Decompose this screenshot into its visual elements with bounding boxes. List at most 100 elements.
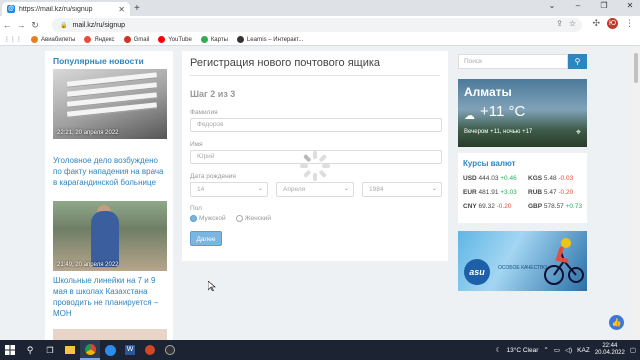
reload-icon[interactable]: ↻ [28, 20, 42, 31]
radio-icon[interactable] [235, 215, 243, 222]
city-name: Алматы [464, 85, 512, 99]
scroll-thumb[interactable] [634, 53, 638, 83]
thumbs-up-button[interactable]: 👍 [609, 315, 624, 330]
app-blue-icon[interactable] [100, 340, 120, 360]
right-sidebar: Поиск ⚲ Алматы ☁ +11 °C Вечером +11, ноч… [458, 51, 588, 340]
cloud-icon: ☁ [464, 110, 475, 122]
close-window-icon[interactable]: ✕ [624, 1, 636, 10]
rate-value: 5.47 [543, 189, 557, 196]
lock-icon[interactable]: 🔒 [60, 22, 67, 29]
bookmark-item[interactable]: Learnis – Интеракт... [236, 36, 303, 43]
news-image[interactable]: 21:49, 20 апреля 2022 [53, 201, 167, 271]
windows-start-icon[interactable] [0, 340, 20, 360]
url-text: mail.kz/ru/signup [72, 21, 126, 29]
gender-male-option[interactable]: Мужской [190, 215, 226, 222]
search-input[interactable]: Поиск [458, 54, 568, 69]
day-select[interactable]: 14 ⌄ [190, 182, 268, 197]
clock[interactable]: 22:44 20.04.2022 [595, 343, 625, 357]
rate-change: -0.20 [558, 189, 574, 196]
bookmark-item[interactable]: Gmail [123, 36, 149, 43]
window-controls: ⌄ – ❐ ✕ [546, 1, 636, 10]
next-button[interactable]: Далее [190, 231, 222, 246]
close-tab-icon[interactable]: ✕ [118, 5, 125, 14]
ad-slogan: ОСОБОЕ КАЧЕСТВО [498, 265, 548, 271]
clock-time: 22:44 [602, 343, 618, 349]
tray-weather[interactable]: 13°C Clear [507, 347, 539, 354]
radio-selected-icon[interactable] [190, 215, 197, 222]
back-icon[interactable]: ← [0, 20, 14, 30]
chevron-down-icon[interactable]: ⌄ [546, 1, 558, 10]
new-tab-icon[interactable]: + [134, 3, 140, 14]
rate-code: CNY [463, 203, 477, 210]
rate-item: KGS 5.48 -0.03 [528, 175, 573, 182]
network-icon[interactable]: ▭ [554, 346, 560, 354]
bookmark-favicon-icon [31, 36, 38, 43]
month-value: Апреля [283, 186, 306, 193]
gender-label: Пол [190, 205, 202, 212]
apps-icon[interactable]: ⋮⋮⋮ [4, 36, 22, 43]
search-icon: ⚲ [574, 57, 581, 66]
weather-widget[interactable]: Алматы ☁ +11 °C Вечером +11, ночью +17 ⌖ [458, 79, 587, 147]
rate-change: -0.03 [558, 175, 574, 182]
gender-female-label: Женский [244, 215, 272, 223]
search-taskbar-icon[interactable]: ⚲ [20, 340, 40, 360]
bookmark-item[interactable]: Карты [200, 36, 228, 43]
more-menu-icon[interactable]: ⋮ [625, 18, 634, 29]
surname-field[interactable]: Федоров [190, 118, 442, 132]
bookmark-item[interactable]: YouTube [158, 36, 192, 43]
rate-change: +0.73 [565, 203, 583, 210]
rate-change: +0.46 [500, 175, 517, 182]
gender-male-label: Мужской [199, 215, 226, 223]
powerpoint-icon[interactable] [140, 340, 160, 360]
word-icon[interactable]: W [120, 340, 140, 360]
news-image[interactable] [53, 329, 167, 340]
url-bar[interactable]: 🔒 mail.kz/ru/signup ⇪ ☆ [52, 18, 582, 32]
news-link[interactable]: Уголовное дело возбуждено по факту напад… [53, 155, 167, 188]
bookmark-item[interactable]: Яндекс [84, 36, 115, 43]
news-link[interactable]: Школьные линейки на 7 и 9 мая в школах К… [53, 275, 167, 319]
share-icon[interactable]: ⇪ [556, 19, 563, 28]
rate-item: RUB 5.47 -0.20 [528, 189, 573, 196]
rate-change: +3.03 [500, 189, 517, 196]
puzzle-icon[interactable]: ✣ [592, 18, 600, 29]
temperature: +11 °C [480, 103, 526, 120]
location-pin-icon[interactable]: ⌖ [576, 127, 581, 138]
forward-icon[interactable]: → [14, 20, 28, 30]
rate-code: GBP [528, 203, 543, 210]
surname-label: Фамилия [190, 109, 218, 116]
chrome-icon[interactable] [80, 340, 100, 360]
month-select[interactable]: Апреля ⌄ [276, 182, 354, 197]
page-scrollbar[interactable] [632, 47, 640, 340]
volume-icon[interactable]: ◁) [565, 346, 572, 354]
clock-date: 20.04.2022 [594, 350, 625, 356]
bookmark-item[interactable]: Авиабилеты [31, 36, 75, 43]
maximize-icon[interactable]: ❐ [598, 1, 610, 10]
avatar[interactable]: Ю [607, 18, 618, 29]
cyclist-illustration-icon [544, 238, 584, 285]
thumbs-up-icon: 👍 [611, 318, 622, 327]
search-button[interactable]: ⚲ [568, 54, 587, 69]
advertisement-banner[interactable]: asu ОСОБОЕ КАЧЕСТВО [458, 231, 587, 291]
file-explorer-icon[interactable] [60, 340, 80, 360]
rate-item: CNY 69.32 -0.20 [463, 203, 511, 210]
app-dark-icon[interactable] [160, 340, 180, 360]
language-indicator[interactable]: KAZ [577, 347, 590, 354]
rate-item: GBP 578.57 +0.73 [528, 203, 582, 210]
task-view-icon[interactable]: ❐ [40, 340, 60, 360]
system-tray: ☾ 13°C Clear ⌃ ▭ ◁) KAZ 22:44 20.04.2022… [496, 340, 636, 360]
star-icon[interactable]: ☆ [569, 19, 576, 28]
bookmark-favicon-icon [236, 36, 244, 43]
notification-icon[interactable]: ▢ [630, 346, 636, 354]
minimize-icon[interactable]: – [572, 1, 584, 10]
bookmark-favicon-icon [200, 36, 208, 43]
year-select[interactable]: 1984 ⌄ [362, 182, 442, 197]
browser-tab[interactable]: @ https://mail.kz/ru/signup ✕ [2, 2, 130, 16]
news-image[interactable]: 22:21, 20 апреля 2022 [53, 69, 167, 139]
bookmarks-bar: ⋮⋮⋮ Авиабилеты Яндекс Gmail YouTube Карт… [0, 34, 640, 46]
currency-rates: Курсы валют USD 444.03 +0.46 KGS 5.48 -0… [458, 153, 587, 223]
gender-female-option[interactable]: Женский [235, 215, 272, 223]
weather-tray-icon[interactable]: ☾ [496, 346, 502, 354]
bookmark-favicon-icon [158, 36, 166, 43]
backpack-decoration [91, 211, 119, 267]
chevron-up-icon[interactable]: ⌃ [543, 346, 548, 354]
